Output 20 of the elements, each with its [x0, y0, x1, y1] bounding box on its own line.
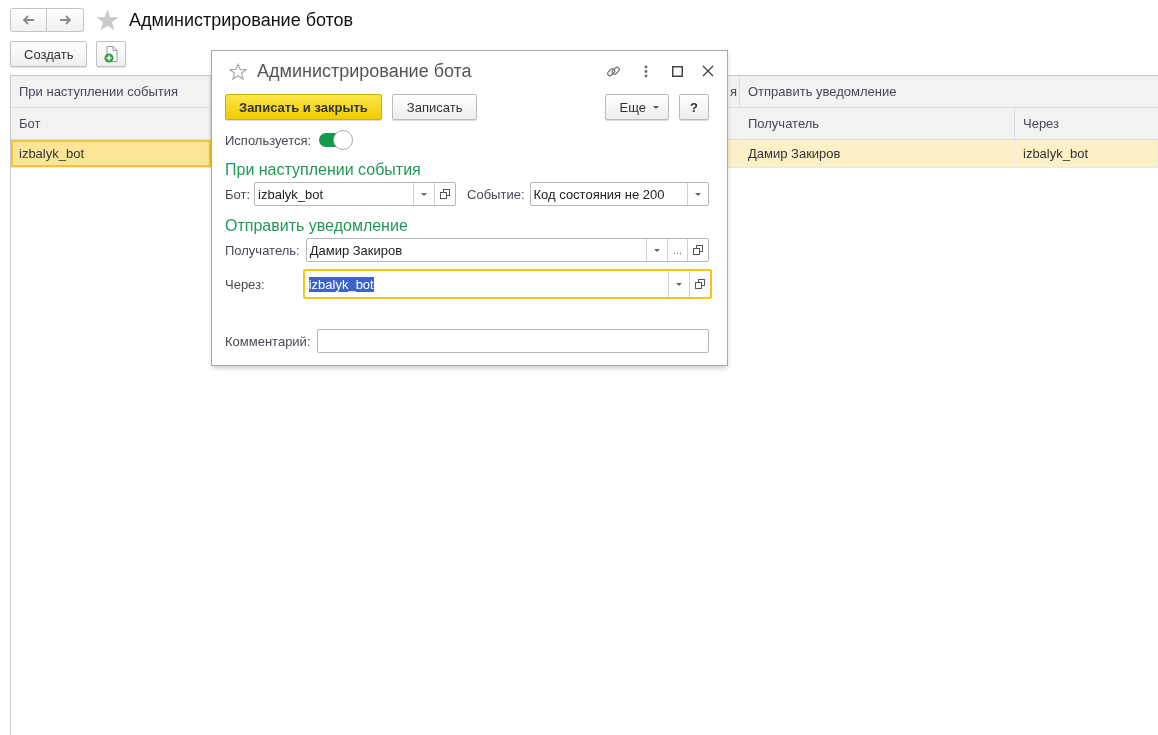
dialog-title: Администрирование бота — [257, 60, 472, 82]
field-value: Дамир Закиров — [309, 242, 403, 258]
section-title: При наступлении события — [225, 160, 422, 180]
column-group-header: При наступлении события — [19, 84, 179, 99]
field-value: izbalyk_bot — [308, 276, 374, 292]
field-label: Комментарий: — [225, 333, 311, 349]
table-cell: izbalyk_bot — [1015, 140, 1158, 167]
field-label: Используется: — [225, 132, 312, 148]
field-label: Через: — [225, 276, 266, 292]
field-label: Получатель: — [225, 242, 300, 258]
section-title: Отправить уведомление — [225, 216, 409, 236]
field-value: Код состояния не 200 — [533, 186, 665, 202]
field-value: izbalyk_bot — [258, 186, 324, 202]
field-label: Событие: — [467, 186, 525, 202]
page-title: Администрирование ботов — [129, 9, 354, 31]
field-label: Бот: — [225, 186, 251, 202]
table-cell: Дамир Закиров — [740, 140, 1015, 167]
column-group-header: Отправить уведомление — [748, 84, 897, 99]
column-group-header: я — [729, 84, 737, 99]
table-cell: izbalyk_bot — [11, 140, 211, 167]
